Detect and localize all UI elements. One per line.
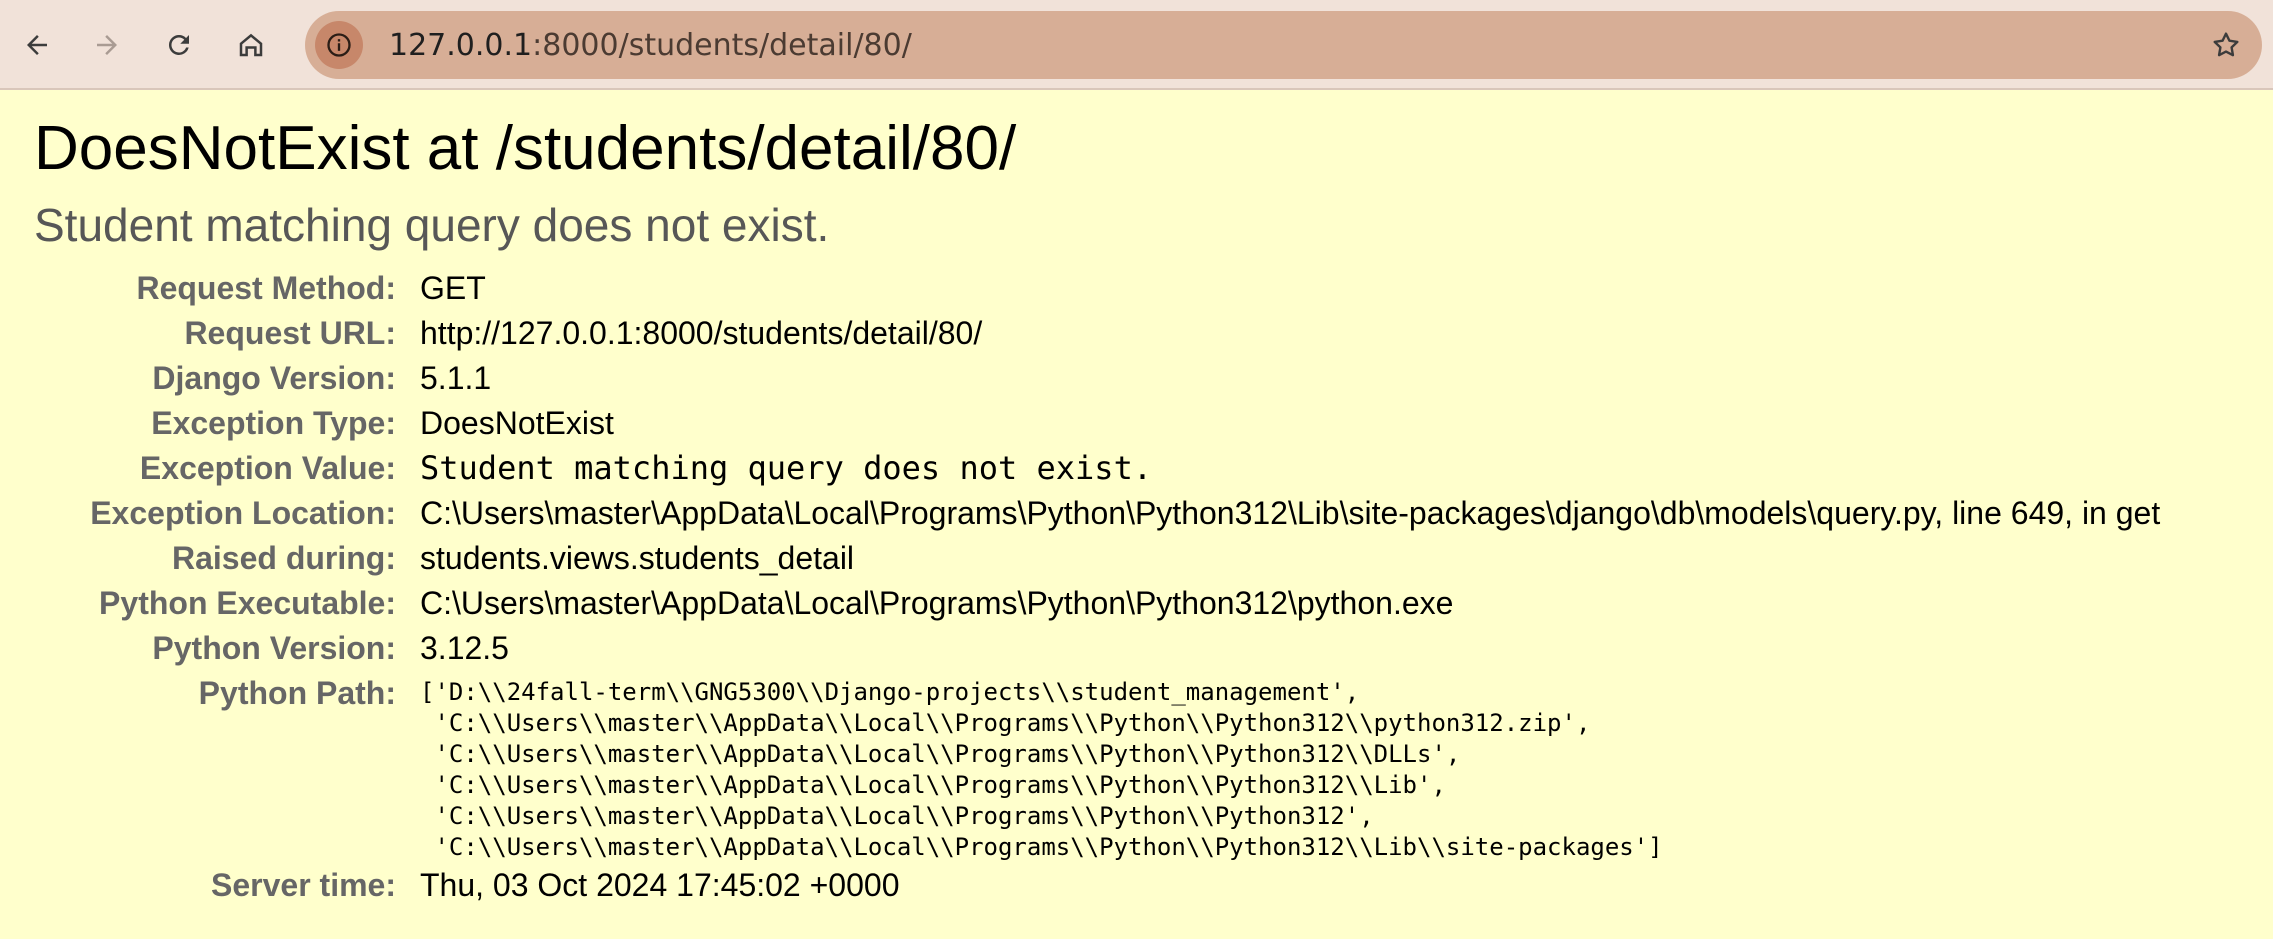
meta-row-exception-type: Exception Type: DoesNotExist xyxy=(34,401,2160,446)
url-text[interactable]: 127.0.0.1:8000/students/detail/80/ xyxy=(389,28,912,63)
back-icon xyxy=(27,35,47,55)
error-summary: DoesNotExist at /students/detail/80/ Stu… xyxy=(0,90,2273,908)
meta-label: Server time: xyxy=(211,867,396,903)
meta-row-server-time: Server time: Thu, 03 Oct 2024 17:45:02 +… xyxy=(34,863,2160,908)
python-path-list: ['D:\\24fall-term\\GNG5300\\Django-proje… xyxy=(420,671,2160,863)
bookmark-star-icon xyxy=(2213,32,2239,57)
meta-row-python-version: Python Version: 3.12.5 xyxy=(34,626,2160,671)
url-host: 127.0.0.1 xyxy=(389,27,533,63)
meta-label: Exception Value: xyxy=(139,450,396,486)
python-path-line: ['D:\\24fall-term\\GNG5300\\Django-proje… xyxy=(420,678,1360,706)
meta-value: GET xyxy=(420,270,486,306)
exception-message: Student matching query does not exist. xyxy=(34,199,830,251)
meta-value: 5.1.1 xyxy=(420,360,492,396)
meta-value: students.views.students_detail xyxy=(420,540,855,576)
meta-value: Thu, 03 Oct 2024 17:45:02 +0000 xyxy=(420,867,900,903)
back-button[interactable] xyxy=(14,22,60,68)
url-path: :8000/students/detail/80/ xyxy=(532,27,912,63)
forward-button[interactable] xyxy=(84,22,130,68)
meta-row-django-version: Django Version: 5.1.1 xyxy=(34,356,2160,401)
forward-icon xyxy=(97,35,117,55)
site-info-button[interactable] xyxy=(315,21,363,69)
python-path-line: 'C:\\Users\\master\\AppData\\Local\\Prog… xyxy=(420,740,1461,768)
python-path-line: 'C:\\Users\\master\\AppData\\Local\\Prog… xyxy=(420,771,1446,799)
home-button[interactable] xyxy=(228,22,274,68)
home-icon xyxy=(239,33,263,57)
page-title: DoesNotExist at /students/detail/80/ xyxy=(34,114,1017,183)
meta-row-python-path: Python Path: ['D:\\24fall-term\\GNG5300\… xyxy=(34,671,2160,863)
meta-row-exception-value: Exception Value: Student matching query … xyxy=(34,446,2160,491)
meta-label: Django Version: xyxy=(152,360,396,396)
meta-value: Student matching query does not exist. xyxy=(420,449,1153,487)
meta-label: Exception Location: xyxy=(90,495,396,531)
reload-icon xyxy=(168,34,189,55)
meta-value: C:\Users\master\AppData\Local\Programs\P… xyxy=(420,495,2161,531)
request-meta-table: Request Method: GET Request URL: http://… xyxy=(34,266,2160,908)
meta-value: C:\Users\master\AppData\Local\Programs\P… xyxy=(420,585,1454,621)
bookmark-button[interactable] xyxy=(2208,27,2244,63)
reload-button[interactable] xyxy=(156,22,202,68)
meta-value: http://127.0.0.1:8000/students/detail/80… xyxy=(420,315,983,351)
meta-value: ['D:\\24fall-term\\GNG5300\\Django-proje… xyxy=(420,671,2160,863)
meta-value: DoesNotExist xyxy=(420,405,614,441)
meta-label: Raised during: xyxy=(171,540,396,576)
python-path-line: 'C:\\Users\\master\\AppData\\Local\\Prog… xyxy=(420,833,1663,861)
meta-row-request-method: Request Method: GET xyxy=(34,266,2160,311)
site-info-icon xyxy=(327,33,351,57)
meta-row-python-executable: Python Executable: C:\Users\master\AppDa… xyxy=(34,581,2160,626)
meta-label: Exception Type: xyxy=(151,405,396,441)
browser-toolbar: 127.0.0.1:8000/students/detail/80/ xyxy=(0,0,2273,90)
meta-label: Request URL: xyxy=(184,315,396,351)
meta-row-exception-location: Exception Location: C:\Users\master\AppD… xyxy=(34,491,2160,536)
meta-label: Request Method: xyxy=(136,270,396,306)
meta-label: Python Executable: xyxy=(99,585,396,621)
meta-label: Python Version: xyxy=(152,630,396,666)
python-path-line: 'C:\\Users\\master\\AppData\\Local\\Prog… xyxy=(420,802,1374,830)
meta-row-raised-during: Raised during: students.views.students_d… xyxy=(34,536,2160,581)
meta-value: 3.12.5 xyxy=(420,630,509,666)
address-bar[interactable]: 127.0.0.1:8000/students/detail/80/ xyxy=(305,11,2262,79)
meta-row-request-url: Request URL: http://127.0.0.1:8000/stude… xyxy=(34,311,2160,356)
meta-label: Python Path: xyxy=(198,675,396,711)
python-path-line: 'C:\\Users\\master\\AppData\\Local\\Prog… xyxy=(420,709,1591,737)
